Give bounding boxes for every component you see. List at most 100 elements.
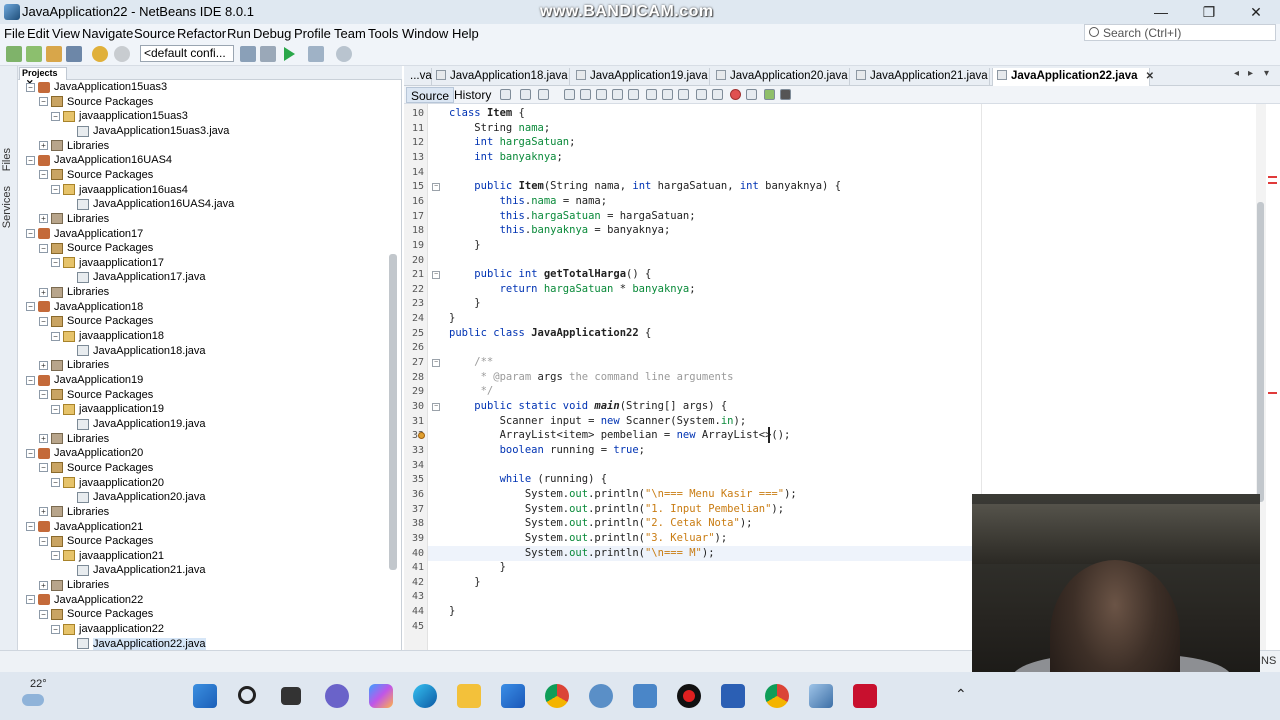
code-line[interactable]: this.hargaSatuan = hargaSatuan;	[449, 210, 696, 222]
tree-scrollbar[interactable]	[389, 254, 397, 570]
virtualbox-icon[interactable]	[809, 684, 833, 708]
code-line[interactable]: System.out.println("3. Keluar");	[449, 532, 727, 544]
acrobat-icon[interactable]	[853, 684, 877, 708]
expand-icon[interactable]: +	[39, 580, 48, 590]
clean-build-icon[interactable]	[260, 46, 276, 62]
code-line[interactable]: }	[449, 239, 480, 251]
maximize-button[interactable]: ❐	[1186, 0, 1232, 24]
code-line[interactable]: System.out.println("2. Cetak Nota");	[449, 517, 753, 529]
tree-java-file[interactable]: JavaApplication18.java	[64, 344, 206, 359]
editor-tab[interactable]: JavaApplication20.java✕	[712, 68, 864, 86]
files-tab[interactable]: Files	[1, 148, 13, 171]
tree-java-file[interactable]: JavaApplication19.java	[64, 417, 206, 432]
close-icon[interactable]: ✕	[1146, 71, 1154, 82]
collapse-icon[interactable]: −	[39, 97, 48, 107]
tree-source-packages[interactable]: − Source Packages	[39, 241, 153, 256]
code-line[interactable]: }	[449, 605, 455, 617]
collapse-icon[interactable]: −	[26, 375, 35, 385]
tree-libraries[interactable]: + Libraries	[39, 285, 109, 300]
diff-icon[interactable]	[764, 89, 775, 100]
code-line[interactable]: public int getTotalHarga() {	[449, 268, 651, 280]
chevron-up-icon[interactable]: ⌃	[955, 686, 967, 703]
code-line[interactable]: public Item(String nama, int hargaSatuan…	[449, 180, 841, 192]
collapse-icon[interactable]: −	[26, 82, 35, 92]
expand-icon[interactable]: +	[39, 434, 48, 444]
edge-icon[interactable]	[413, 684, 437, 708]
save-all-icon[interactable]	[66, 46, 82, 62]
code-line[interactable]: */	[449, 385, 494, 397]
collapse-icon[interactable]: −	[39, 536, 48, 546]
expand-icon[interactable]: +	[39, 214, 48, 224]
collapse-icon[interactable]: −	[51, 258, 60, 268]
tree-package[interactable]: − javaapplication16uas4	[51, 183, 188, 198]
tree-project[interactable]: − JavaApplication21	[26, 520, 143, 535]
code-line[interactable]: System.out.println("1. Input Pembelian")…	[449, 503, 784, 515]
tree-source-packages[interactable]: − Source Packages	[39, 314, 153, 329]
find-previous-icon[interactable]	[580, 89, 591, 100]
code-line[interactable]: public static void main(String[] args) {	[449, 400, 727, 412]
tree-java-file[interactable]: JavaApplication16UAS4.java	[64, 197, 234, 212]
comment-icon[interactable]	[712, 89, 723, 100]
menu-help[interactable]: Help	[452, 26, 479, 41]
menu-profile[interactable]: Profile	[294, 26, 331, 41]
code-line[interactable]: }	[449, 297, 480, 309]
start-macro-icon[interactable]	[730, 89, 741, 100]
find-selection-icon[interactable]	[564, 89, 575, 100]
expand-icon[interactable]: +	[39, 141, 48, 151]
tree-libraries[interactable]: + Libraries	[39, 212, 109, 227]
code-line[interactable]: while (running) {	[449, 473, 607, 485]
code-line[interactable]: this.nama = nama;	[449, 195, 608, 207]
code-line[interactable]: * @param args the command line arguments	[449, 371, 734, 383]
tab-scroll-left-icon[interactable]: ◂	[1234, 68, 1239, 79]
menu-run[interactable]: Run	[227, 26, 251, 41]
weather-widget[interactable]: 22°	[18, 678, 47, 708]
services-tab[interactable]: Services	[1, 186, 13, 228]
tree-java-file[interactable]: JavaApplication17.java	[64, 270, 206, 285]
expand-icon[interactable]: +	[39, 360, 48, 370]
editor-tab-active[interactable]: JavaApplication22.java ✕	[992, 68, 1154, 86]
word-icon[interactable]	[721, 684, 745, 708]
collapse-icon[interactable]: −	[26, 155, 35, 165]
collapse-icon[interactable]: −	[39, 316, 48, 326]
tree-package[interactable]: − javaapplication20	[51, 476, 164, 491]
menu-refactor[interactable]: Refactor	[177, 26, 226, 41]
code-line[interactable]: int hargaSatuan;	[449, 136, 575, 148]
code-line[interactable]: }	[449, 576, 480, 588]
tree-libraries[interactable]: + Libraries	[39, 432, 109, 447]
tree-package[interactable]: − javaapplication15uas3	[51, 109, 188, 124]
collapse-icon[interactable]: −	[26, 595, 35, 605]
code-line[interactable]: return hargaSatuan * banyaknya;	[449, 283, 696, 295]
last-edit-icon[interactable]	[500, 89, 511, 100]
tree-project[interactable]: − JavaApplication22	[26, 593, 143, 608]
collapse-icon[interactable]: −	[39, 463, 48, 473]
collapse-icon[interactable]: −	[51, 331, 60, 341]
expand-icon[interactable]: +	[39, 507, 48, 517]
collapse-icon[interactable]: −	[39, 609, 48, 619]
tree-source-packages[interactable]: − Source Packages	[39, 95, 153, 110]
code-line[interactable]: System.out.println("\n=== Menu Kasir ===…	[449, 488, 797, 500]
expand-icon[interactable]: +	[39, 287, 48, 297]
toggle-highlight-icon[interactable]	[612, 89, 623, 100]
code-line[interactable]: String nama;	[449, 122, 550, 134]
code-line[interactable]: }	[449, 312, 455, 324]
teams-icon[interactable]	[325, 684, 349, 708]
tab-scroll-right-icon[interactable]: ▸	[1248, 68, 1253, 79]
tree-package[interactable]: − javaapplication21	[51, 549, 164, 564]
code-line[interactable]: int banyaknya;	[449, 151, 563, 163]
debug-icon[interactable]	[308, 46, 324, 62]
task-view-icon[interactable]	[281, 687, 301, 705]
tree-project[interactable]: − JavaApplication20	[26, 446, 143, 461]
menu-window[interactable]: Window	[402, 26, 448, 41]
error-marker[interactable]	[1268, 182, 1277, 184]
tree-libraries[interactable]: + Libraries	[39, 358, 109, 373]
record-icon[interactable]	[677, 684, 701, 708]
tree-package[interactable]: − javaapplication22	[51, 622, 164, 637]
fold-icon[interactable]: −	[432, 403, 440, 411]
tree-libraries[interactable]: + Libraries	[39, 578, 109, 593]
fold-icon[interactable]: −	[432, 271, 440, 280]
collapse-icon[interactable]: −	[26, 229, 35, 239]
new-file-icon[interactable]	[6, 46, 22, 62]
tab-list-icon[interactable]: ▾	[1264, 68, 1269, 79]
tree-project[interactable]: − JavaApplication18	[26, 300, 143, 315]
history-view-button[interactable]: History	[450, 87, 495, 103]
